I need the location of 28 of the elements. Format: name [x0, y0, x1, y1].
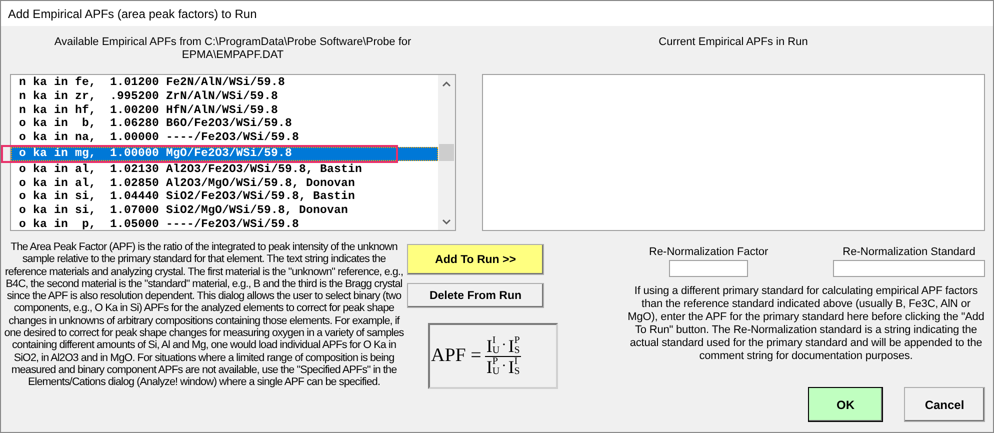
field-label: Re-Normalization Standard	[842, 246, 976, 258]
list-item[interactable]: o ka in mg, 1.00000 MgO/Fe2O3/WSi/59.8	[11, 146, 438, 161]
list-item[interactable]: o ka in al, 1.02850 Al2O3/MgO/WSi/59.8, Donovan	[11, 176, 438, 190]
list-item[interactable]: n ka in zr, .995200 ZrN/AlN/WSi/59.8	[11, 90, 438, 104]
list-item[interactable]: o ka in p, 1.05000 ----/Fe2O3/WSi/59.8	[11, 218, 438, 230]
list-item[interactable]: o ka in al, 1.02130 Al2O3/Fe2O3/WSi/59.8, Bastin	[11, 162, 438, 177]
window-title: Add Empirical APFs (area peak factors) to Run	[8, 6, 257, 20]
scroll-thumb[interactable]	[438, 144, 454, 161]
list-item[interactable]: o ka in na, 1.00000 ----/Fe2O3/WSi/59.8	[11, 131, 438, 145]
list-item[interactable]: o ka in si, 1.04440 SiO2/Fe2O3/WSi/59.8, Bastin	[11, 190, 438, 204]
list-item[interactable]: n ka in hf, 1.00200 HfN/AlN/WSi/59.8	[11, 104, 438, 118]
delete-from-run-button[interactable]: Delete From Run	[407, 283, 544, 308]
field-label: Re-Normalization Factor	[649, 246, 768, 258]
list-heading: Available Empirical APFs from C:\ProgramData\Probe Software\Probe for EPMA\EMPAPF.DAT	[53, 36, 412, 63]
list-item[interactable]: o ka in si, 1.07000 SiO2/MgO/WSi/59.8, Donovan	[11, 204, 438, 218]
cancel-button[interactable]: Cancel	[904, 387, 985, 422]
list-item[interactable]: o ka in b, 1.06280 B6O/Fe2O3/WSi/59.8	[11, 117, 438, 132]
standard-field[interactable]	[833, 260, 985, 277]
scroll-up-icon[interactable]	[442, 80, 451, 86]
description-text: The Area Peak Factor (APF) is the ratio of the integrated to peak intensity of the unknown sample relative to the primary standard for that element. The text string indicates the reference materials and analyzing crystal. The first material is the "unknown" reference, e.g., B4C, the second material is the "standard" material, e.g., B and the third is the Bragg crystal since the APF is also resolution dependent. This dialog allows the user to select binary (two components, e.g., O Ka in Si) APFs for the analyzed elements to correct for peak shape changes in unknowns of arbitrary compositions containing those elements. For example, if one desired to correct for peak shape changes for measuring oxygen in a variety of samples containing different amounts of Si, Al and Mg, one would load individual APFs for O Ka in SiO2, in Al2O3 and in MgO. For situations where a limited range of composition is being measured and binary component APFs are not available, use the "Specified APFs" in the Elements/Cations dialog (Analyze! window) where a single APF can be specified.	[3, 241, 405, 390]
scrollbar[interactable]	[438, 75, 455, 230]
list-item[interactable]: n ka in fe, 1.01200 Fe2N/AlN/WSi/59.8	[11, 76, 438, 90]
note-text: If using a different primary standard for calculating empirical APF factors than the reference standard indicated above (usually B, Fe3C, AlN or MgO), enter the APF for the primary standard here before clicking the "Add To Run" button. The Re-Normalization standard is a string indicating the actual standard used for the primary standard and will be appended to the comment string for documentation purposes.	[627, 285, 985, 363]
list-heading: Current Empirical APFs in Run	[658, 36, 809, 50]
factor-field[interactable]	[669, 260, 748, 277]
ok-button[interactable]: OK	[808, 387, 883, 422]
add-to-run-button[interactable]: Add To Run >>	[407, 244, 544, 275]
scroll-down-icon[interactable]	[442, 218, 451, 224]
